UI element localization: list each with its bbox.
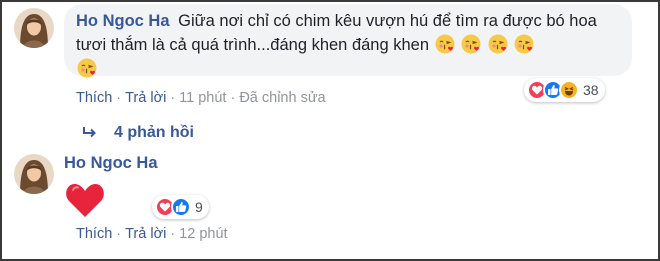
comment-author-link[interactable]: Ho Ngoc Ha <box>64 154 158 173</box>
reaction-count: 38 <box>583 82 599 98</box>
like-link[interactable]: Thích <box>76 226 112 242</box>
edited-label[interactable]: Đã chỉnh sửa <box>239 90 325 106</box>
red-heart-icon <box>66 183 104 217</box>
kissing-heart-emoji-icon <box>77 58 97 78</box>
comment-timestamp[interactable]: 11 phút <box>179 90 226 106</box>
kissing-heart-emoji-icon <box>514 34 534 54</box>
comment-actions: Thích · Trả lời · 11 phút · Đã chỉnh sửa <box>76 90 326 106</box>
comment-actions: Thích · Trả lời · 12 phút <box>76 226 228 242</box>
reaction-summary[interactable]: 38 <box>524 78 605 102</box>
reply-link[interactable]: Trả lời <box>125 90 166 106</box>
reaction-summary[interactable]: 9 <box>152 195 209 219</box>
replies-count-label: 4 phản hồi <box>114 124 194 141</box>
haha-icon <box>559 80 579 100</box>
view-replies-link[interactable]: 4 phản hồi <box>82 124 194 142</box>
separator-dot: · <box>116 90 122 106</box>
reaction-count: 9 <box>195 199 203 215</box>
comment-bubble: Ho Ngoc Ha Giữa nơi chỉ có chim kêu vượn… <box>64 4 632 76</box>
comment-timestamp[interactable]: 12 phút <box>179 226 227 242</box>
kissing-heart-emoji-icon <box>435 34 455 54</box>
like-icon <box>171 197 191 217</box>
comment-author-link[interactable]: Ho Ngoc Ha <box>76 12 170 30</box>
avatar[interactable] <box>14 154 54 194</box>
comments-panel: Ho Ngoc Ha Giữa nơi chỉ có chim kêu vượn… <box>0 0 660 261</box>
kissing-heart-emoji-icon <box>461 34 481 54</box>
reply-link[interactable]: Trả lời <box>125 226 166 242</box>
reply-arrow-icon <box>83 127 96 138</box>
separator-dot: · <box>116 226 122 242</box>
avatar[interactable] <box>14 8 54 48</box>
comment-text-block: Ho Ngoc Ha Giữa nơi chỉ có chim kêu vượn… <box>76 9 620 81</box>
kissing-heart-emoji-icon <box>488 34 508 54</box>
separator-dot: · <box>170 226 176 242</box>
separator-dot: · <box>230 90 236 106</box>
like-link[interactable]: Thích <box>76 90 112 106</box>
separator-dot: · <box>170 90 176 106</box>
